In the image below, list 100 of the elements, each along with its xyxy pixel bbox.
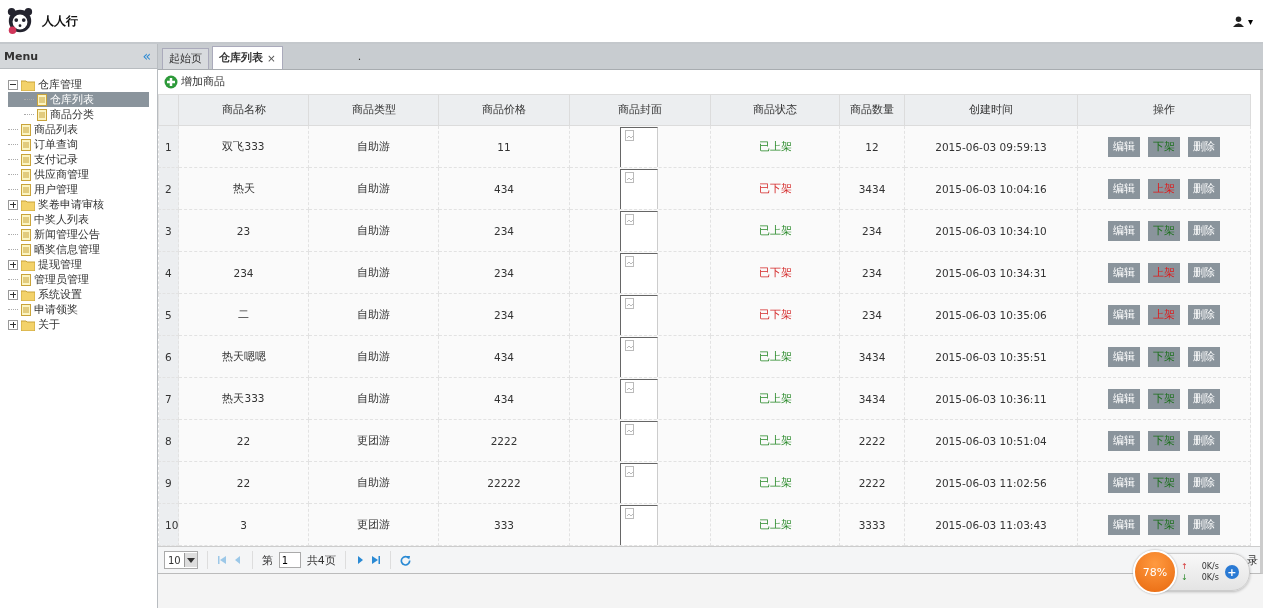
close-icon[interactable]: × <box>267 52 276 64</box>
shelf-toggle-button[interactable]: 下架 <box>1148 220 1180 241</box>
tree-item[interactable]: 用户管理 <box>8 182 149 197</box>
tree-item[interactable]: 中奖人列表 <box>8 212 149 227</box>
tab[interactable]: 仓库列表 × <box>212 46 283 69</box>
expander-icon <box>8 199 18 210</box>
delete-button[interactable]: 删除 <box>1188 220 1220 241</box>
collapse-button[interactable]: « <box>142 48 151 64</box>
last-page-icon[interactable] <box>370 555 381 565</box>
delete-button[interactable]: 删除 <box>1188 472 1220 493</box>
table-cell: 3434 <box>839 377 905 420</box>
tab-bar-mark: . <box>357 50 362 63</box>
memory-ball[interactable]: 78% <box>1133 550 1177 594</box>
table-cell: 234 <box>438 251 570 294</box>
tree-item[interactable]: 新闻管理公告 <box>8 227 149 242</box>
table-cell: 自助游 <box>308 293 439 336</box>
page-input[interactable]: 1 <box>278 552 301 568</box>
delete-button[interactable]: 删除 <box>1188 430 1220 451</box>
delete-button[interactable]: 删除 <box>1188 262 1220 283</box>
expander-icon <box>8 79 18 90</box>
delete-button[interactable]: 删除 <box>1188 178 1220 199</box>
table-cell: 234 <box>178 251 309 294</box>
user-menu[interactable]: ▾ <box>1232 15 1253 27</box>
edit-button[interactable]: 编辑 <box>1108 136 1140 157</box>
shelf-toggle-button[interactable]: 下架 <box>1148 136 1180 157</box>
shelf-toggle-button[interactable]: 下架 <box>1148 430 1180 451</box>
shelf-toggle-button[interactable]: 上架 <box>1148 262 1180 283</box>
plus-icon <box>164 75 178 89</box>
tree-item[interactable]: 晒奖信息管理 <box>8 242 149 257</box>
edit-button[interactable]: 编辑 <box>1108 514 1140 535</box>
delete-button[interactable]: 删除 <box>1188 388 1220 409</box>
shelf-toggle-button[interactable]: 下架 <box>1148 472 1180 493</box>
edit-button[interactable]: 编辑 <box>1108 388 1140 409</box>
shelf-toggle-button[interactable]: 下架 <box>1148 514 1180 535</box>
table-cell: 234 <box>839 209 905 252</box>
table-cell: 已下架 <box>710 293 840 336</box>
edit-button[interactable]: 编辑 <box>1108 262 1140 283</box>
column-header: 商品价格 <box>438 94 570 126</box>
expander-icon <box>8 259 18 270</box>
tree-item[interactable]: 关于 <box>8 317 149 332</box>
table-cell: 3333 <box>839 503 905 546</box>
table-cell: 自助游 <box>308 125 439 168</box>
plus-button[interactable]: + <box>1224 565 1239 579</box>
tree-item[interactable]: 供应商管理 <box>8 167 149 182</box>
table-cell: 已下架 <box>710 167 840 210</box>
folder-icon <box>21 198 35 211</box>
edit-button[interactable]: 编辑 <box>1108 304 1140 325</box>
page-size-select[interactable]: 10 <box>164 551 198 569</box>
tree-item[interactable]: 支付记录 <box>8 152 149 167</box>
edit-button[interactable]: 编辑 <box>1108 430 1140 451</box>
delete-button[interactable]: 删除 <box>1188 304 1220 325</box>
tree-item[interactable]: 提现管理 <box>8 257 149 272</box>
tree-item[interactable]: 商品分类 <box>8 107 149 122</box>
tree-item[interactable]: 订单查询 <box>8 137 149 152</box>
table-cell: 3434 <box>839 335 905 378</box>
column-header: 商品封面 <box>569 94 711 126</box>
column-header: 商品状态 <box>710 94 840 126</box>
row-number: 6 <box>158 335 179 378</box>
shelf-toggle-button[interactable]: 下架 <box>1148 346 1180 367</box>
tree-item[interactable]: 仓库列表 <box>8 92 149 107</box>
shelf-toggle-button[interactable]: 下架 <box>1148 388 1180 409</box>
table-cell: 自助游 <box>308 209 439 252</box>
table-cell: 自助游 <box>308 167 439 210</box>
dropdown-arrow-icon[interactable] <box>186 557 195 563</box>
edit-button[interactable]: 编辑 <box>1108 472 1140 493</box>
edit-button[interactable]: 编辑 <box>1108 178 1140 199</box>
add-product-button[interactable]: 增加商品 <box>164 75 225 89</box>
table-cell: 双飞333 <box>178 125 309 168</box>
document-icon <box>21 123 31 136</box>
edit-button[interactable]: 编辑 <box>1108 346 1140 367</box>
shelf-toggle-button[interactable]: 上架 <box>1148 178 1180 199</box>
table-cell: 2015-06-03 10:34:10 <box>904 209 1078 252</box>
table-cell: 已上架 <box>710 209 840 252</box>
delete-button[interactable]: 删除 <box>1188 514 1220 535</box>
tree-item[interactable]: 申请领奖 <box>8 302 149 317</box>
tree-item[interactable]: 管理员管理 <box>8 272 149 287</box>
tab[interactable]: 起始页 <box>162 48 209 69</box>
table-cell: 234 <box>438 209 570 252</box>
shelf-toggle-button[interactable]: 上架 <box>1148 304 1180 325</box>
table-cell: 333 <box>438 503 570 546</box>
table-cell: 已下架 <box>710 251 840 294</box>
edit-button[interactable]: 编辑 <box>1108 220 1140 241</box>
document-icon <box>21 213 31 226</box>
folder-icon <box>21 288 35 301</box>
delete-button[interactable]: 删除 <box>1188 346 1220 367</box>
download-speed: 0K/s <box>1201 573 1219 582</box>
table-cell: 2015-06-03 09:59:13 <box>904 125 1078 168</box>
tree-item[interactable]: 仓库管理 <box>8 77 149 92</box>
upload-speed: 0K/s <box>1201 562 1219 571</box>
tree-item[interactable]: 系统设置 <box>8 287 149 302</box>
folder-icon <box>21 318 35 331</box>
tree-item[interactable]: 商品列表 <box>8 122 149 137</box>
table-cell: 2015-06-03 10:51:04 <box>904 419 1078 462</box>
tree-item[interactable]: 奖卷申请审核 <box>8 197 149 212</box>
delete-button[interactable]: 删除 <box>1188 136 1220 157</box>
table-cell: 热天嗯嗯 <box>178 335 309 378</box>
download-arrow: ↓ <box>1181 573 1188 582</box>
table-cell: 234 <box>839 293 905 336</box>
refresh-icon[interactable] <box>399 554 411 566</box>
page-label: 第 <box>261 552 273 568</box>
